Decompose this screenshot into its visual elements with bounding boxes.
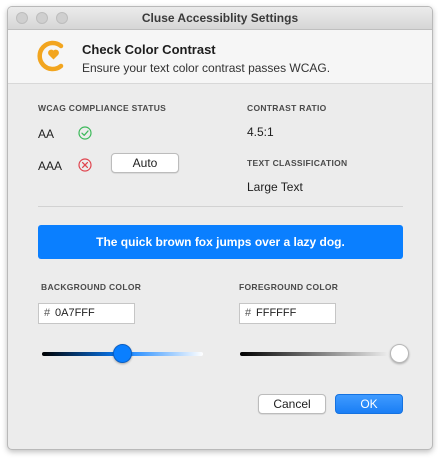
level-aaa-label: AAA [38, 159, 63, 173]
contrast-ratio-value: 4.5:1 [247, 125, 274, 139]
compliance-label: WCAG COMPLIANCE STATUS [38, 103, 167, 113]
header: Check Color Contrast Ensure your text co… [8, 30, 432, 84]
foreground-color-field[interactable]: # FFFFFF [239, 303, 336, 324]
auto-button[interactable]: Auto [111, 153, 179, 173]
window-title: Cluse Accessiblity Settings [141, 11, 299, 25]
x-circle-icon [78, 158, 92, 172]
text-classification-value: Large Text [247, 180, 303, 194]
foreground-hex-value[interactable]: FFFFFF [256, 304, 296, 323]
cluse-logo-icon [37, 40, 64, 72]
contrast-preview: The quick brown fox jumps over a lazy do… [38, 225, 403, 259]
foreground-color-label: FOREGROUND COLOR [239, 282, 339, 292]
background-color-label: BACKGROUND COLOR [41, 282, 142, 292]
foreground-slider-track[interactable] [240, 352, 400, 356]
divider [38, 206, 403, 207]
background-color-field[interactable]: # 0A7FFF [38, 303, 135, 324]
ok-button[interactable]: OK [335, 394, 403, 414]
foreground-slider-knob[interactable] [389, 344, 409, 363]
settings-window: Cluse Accessiblity Settings Check Color … [7, 6, 433, 450]
hash-prefix: # [245, 307, 252, 319]
header-subtitle: Ensure your text color contrast passes W… [82, 61, 331, 75]
background-slider-knob[interactable] [113, 344, 132, 363]
contrast-ratio-label: CONTRAST RATIO [247, 103, 327, 113]
text-classification-label: TEXT CLASSIFICATION [247, 158, 348, 168]
check-circle-icon [78, 126, 92, 140]
background-hex-value[interactable]: 0A7FFF [55, 304, 95, 323]
cancel-button[interactable]: Cancel [258, 394, 326, 414]
title-bar: Cluse Accessiblity Settings [8, 7, 432, 30]
header-title: Check Color Contrast [82, 42, 216, 57]
hash-prefix: # [44, 307, 51, 319]
level-aa-label: AA [38, 127, 55, 141]
